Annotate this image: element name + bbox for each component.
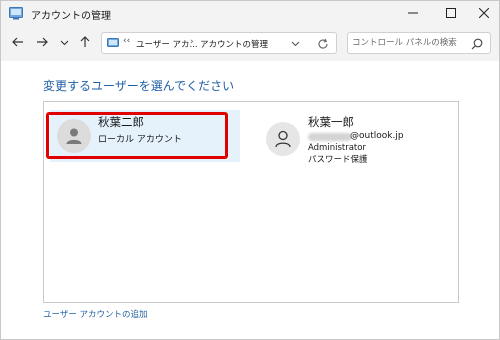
arrow-up-icon [79, 35, 91, 51]
account-role: Administrator [308, 143, 366, 153]
arrow-right-icon [36, 36, 48, 51]
email-domain: @outlook.jp [350, 131, 404, 141]
account-type: ローカル アカウント [98, 135, 182, 145]
breadcrumb-separator[interactable]: › [190, 37, 194, 47]
arrow-left-icon [12, 36, 24, 51]
close-button[interactable] [467, 1, 499, 27]
maximize-button[interactable] [434, 1, 468, 27]
back-button[interactable] [8, 33, 28, 53]
account-tile-akiba-ichiro[interactable]: 秋葉一郎 @outlook.jp Administrator パスワード保護 [260, 110, 450, 165]
user-silhouette-icon [66, 128, 82, 144]
breadcrumb-manage-accounts[interactable]: アカウントの管理 [200, 38, 268, 50]
add-user-account-link[interactable]: ユーザー アカウントの追加 [43, 308, 148, 320]
breadcrumb-user-accounts[interactable]: ユーザー アカ... [136, 38, 198, 50]
page-heading: 変更するユーザーを選んでください [43, 79, 235, 93]
minimize-icon [408, 7, 418, 21]
account-tile-akiba-jiro[interactable]: 秋葉二郎 ローカル アカウント [50, 110, 240, 162]
avatar [266, 122, 300, 156]
avatar [57, 119, 91, 153]
account-name: 秋葉一郎 [308, 115, 354, 129]
search-icon[interactable] [470, 37, 484, 51]
recent-locations-button[interactable] [54, 33, 74, 53]
window-title: アカウントの管理 [31, 11, 111, 22]
refresh-button[interactable] [315, 36, 331, 52]
account-name: 秋葉二郎 [98, 115, 144, 129]
title-bar: アカウントの管理 [1, 1, 499, 27]
forward-button[interactable] [32, 33, 52, 53]
control-panel-icon [9, 7, 23, 20]
navigation-bar: ‹‹ ユーザー アカ... › アカウントの管理 [1, 27, 499, 61]
main-content: 変更するユーザーを選んでください 秋葉二郎 ローカル アカウント 秋葉一郎 @o… [1, 61, 499, 339]
password-protected-label: パスワード保護 [308, 155, 368, 165]
search-box[interactable] [347, 32, 491, 54]
account-list-panel: 秋葉二郎 ローカル アカウント 秋葉一郎 @outlook.jp Adminis… [43, 101, 459, 303]
address-overflow-chevrons[interactable]: ‹‹ [123, 36, 130, 46]
email-redacted-blur [308, 133, 352, 141]
maximize-icon [446, 7, 456, 21]
up-button[interactable] [75, 33, 95, 53]
account-management-window: アカウントの管理 ‹‹ ユーザー アカ... › アカウントの管理 コントロール… [0, 0, 500, 340]
chevron-down-icon [291, 41, 299, 46]
refresh-icon [318, 38, 328, 49]
close-icon [478, 7, 490, 21]
control-panel-icon [107, 38, 119, 49]
address-bar[interactable]: ‹‹ ユーザー アカ... › アカウントの管理 [101, 32, 337, 54]
search-input[interactable] [352, 35, 464, 51]
user-outline-icon [275, 130, 291, 148]
address-dropdown-button[interactable] [288, 36, 302, 50]
minimize-button[interactable] [396, 1, 430, 27]
chevron-down-icon [60, 36, 69, 50]
